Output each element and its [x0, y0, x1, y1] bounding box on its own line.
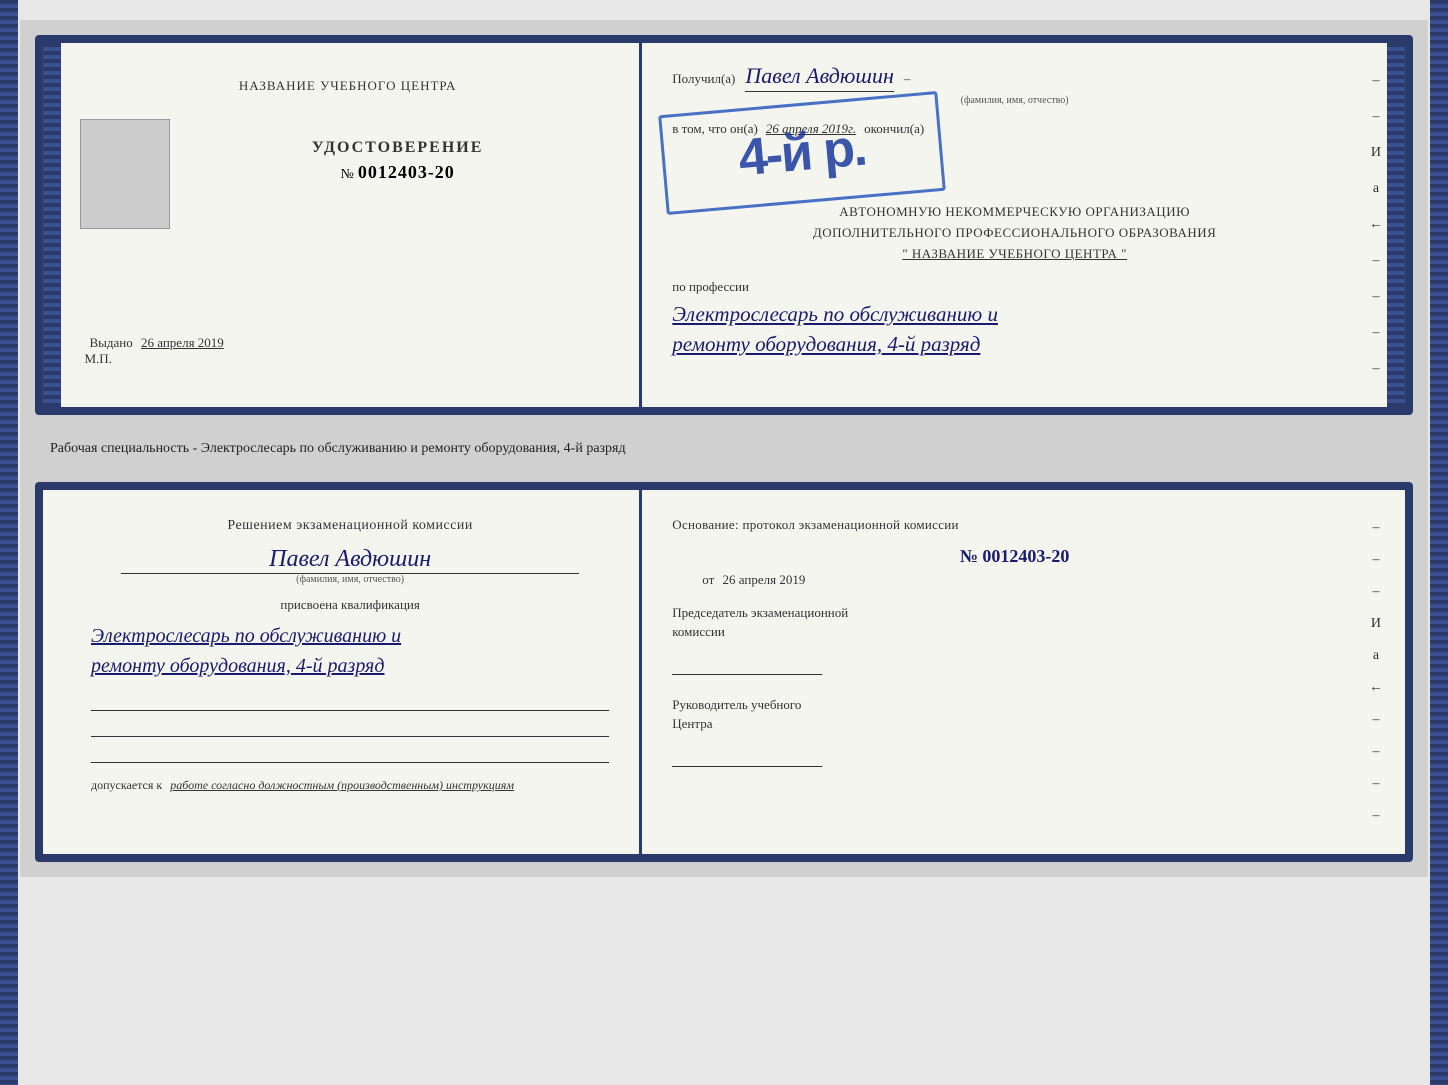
top-left-title: НАЗВАНИЕ УЧЕБНОГО ЦЕНТРА [239, 78, 456, 94]
right-content: Получил(a) Павел Авдюшин – (фамилия, имя… [672, 63, 1357, 359]
person-name-top: Павел Авдюшин [745, 63, 893, 92]
dopuskaetsya-label: допускается к [91, 778, 162, 792]
rukovoditel-block: Руководитель учебного Центра [672, 695, 1357, 767]
chairman-block: Председатель экзаменационной комиссии [672, 603, 1357, 675]
bottom-right-content: Основание: протокол экзаменационной коми… [672, 515, 1357, 767]
stamp-overlay: 4-й р. [658, 91, 946, 215]
signature-lines [91, 691, 609, 763]
stamp-number: 4-й р. [736, 118, 868, 189]
ot-label: от [702, 572, 714, 587]
number-prefix: № [340, 167, 353, 182]
chairman-title-line2: комиссии [672, 622, 1357, 642]
chairman-sig-line [672, 650, 822, 675]
udostoverenie-block: УДОСТОВЕРЕНИЕ № 0012403-20 [180, 119, 616, 183]
prisvoena-text: присвоена квалификация [91, 597, 609, 613]
sig-line-3 [91, 743, 609, 763]
profession-block: по профессии Электрослесарь по обслужива… [672, 279, 1357, 359]
doc-right: Получил(a) Павел Авдюшин – (фамилия, имя… [642, 43, 1405, 407]
protocol-num: 0012403-20 [982, 546, 1069, 566]
spine-right [1387, 43, 1405, 407]
left-content: НАЗВАНИЕ УЧЕБНОГО ЦЕНТРА УДОСТОВЕРЕНИЕ №… [80, 68, 616, 382]
bottom-right: Основание: протокол экзаменационной коми… [642, 490, 1405, 854]
bottom-left-content: Решением экзаменационной комиссии Павел … [91, 515, 609, 829]
poluchil-label: Получил(a) [672, 71, 735, 87]
sig-line-2 [91, 717, 609, 737]
dash-after-name: – [904, 71, 911, 87]
vydano-date: 26 апреля 2019 [141, 335, 224, 350]
middle-text: Рабочая специальность - Электрослесарь п… [35, 430, 1413, 467]
doc-number: 0012403-20 [358, 162, 455, 182]
udostoverenie-title: УДОСТОВЕРЕНИЕ [180, 139, 616, 157]
chairman-title-line1: Председатель экзаменационной [672, 603, 1357, 623]
bottom-spine-left [0, 0, 18, 1085]
profession-text-line2: ремонту оборудования, 4-й разряд [672, 330, 1357, 359]
rukovoditel-sig-line [672, 742, 822, 767]
top-document: НАЗВАНИЕ УЧЕБНОГО ЦЕНТРА УДОСТОВЕРЕНИЕ №… [35, 35, 1413, 415]
poluchil-line: Получил(a) Павел Авдюшин – [672, 63, 1357, 92]
ot-date: от 26 апреля 2019 [702, 572, 1357, 588]
ot-date-val: 26 апреля 2019 [723, 572, 806, 587]
dopuskaetsya-text: работе согласно должностным (производств… [170, 778, 514, 792]
protocol-prefix: № [960, 546, 978, 566]
osnovaniye-text: Основание: протокол экзаменационной коми… [672, 515, 1357, 536]
bottom-document: Решением экзаменационной комиссии Павел … [35, 482, 1413, 862]
vydano-line: Выдано 26 апреля 2019 [90, 335, 616, 351]
bottom-spine-right [1430, 0, 1448, 1085]
org-block: АВТОНОМНУЮ НЕКОММЕРЧЕСКУЮ ОРГАНИЗАЦИЮ ДО… [672, 202, 1357, 264]
doc-left: НАЗВАНИЕ УЧЕБНОГО ЦЕНТРА УДОСТОВЕРЕНИЕ №… [43, 43, 642, 407]
page-wrapper: НАЗВАНИЕ УЧЕБНОГО ЦЕНТРА УДОСТОВЕРЕНИЕ №… [20, 20, 1428, 877]
fio-label-bottom: (фамилия, имя, отчество) [91, 574, 609, 585]
bottom-person-name: Павел Авдюшин [91, 546, 609, 573]
protocol-number: № 0012403-20 [672, 546, 1357, 567]
komissia-title: Решением экзаменационной комиссии [91, 515, 609, 536]
bottom-right-dashes: – – – И а ← – – – – [1369, 520, 1383, 824]
qualification-line1: Электрослесарь по обслуживанию и [91, 621, 609, 651]
rukovoditel-line2: Центра [672, 714, 1357, 734]
vydano-label: Выдано [90, 335, 133, 350]
mp-label: М.П. [85, 351, 616, 367]
photo-placeholder [80, 119, 170, 229]
dopuskaetsya-block: допускается к работе согласно должностны… [91, 778, 609, 793]
profession-label: по профессии [672, 279, 1357, 295]
qualification-block: Электрослесарь по обслуживанию и ремонту… [91, 621, 609, 681]
rukovoditel-line1: Руководитель учебного [672, 695, 1357, 715]
qualification-line2: ремонту оборудования, 4-й разряд [91, 651, 609, 681]
top-right-dashes: – – И а ← – – – – [1369, 73, 1383, 377]
org-line2: ДОПОЛНИТЕЛЬНОГО ПРОФЕССИОНАЛЬНОГО ОБРАЗО… [672, 223, 1357, 244]
org-line3: " НАЗВАНИЕ УЧЕБНОГО ЦЕНТРА " [672, 244, 1357, 265]
sig-line-1 [91, 691, 609, 711]
bottom-left: Решением экзаменационной комиссии Павел … [43, 490, 642, 854]
profession-text-line1: Электрослесарь по обслуживанию и [672, 300, 1357, 329]
